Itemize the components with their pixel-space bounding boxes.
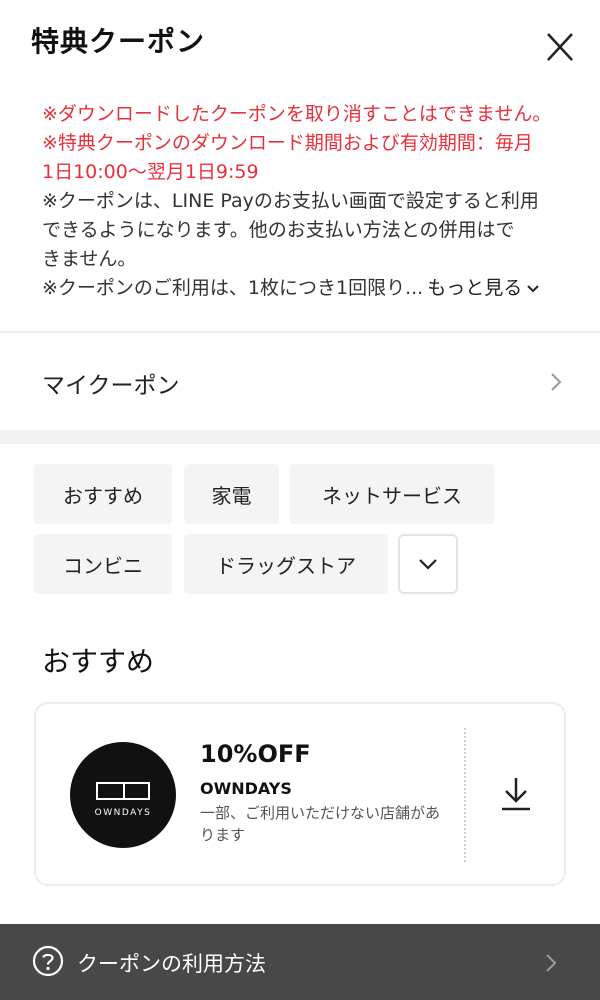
close-button[interactable] (540, 28, 580, 68)
chevron-down-icon (527, 284, 539, 292)
download-icon (502, 778, 530, 811)
dotted-divider (464, 728, 466, 862)
section-divider (0, 430, 600, 444)
show-more-link[interactable]: もっと見る (427, 274, 541, 303)
notice-truncated-text: ※クーポンのご利用は、1枚につき1回限り... (42, 277, 424, 299)
coupon-note: 一部、ご利用いただけない店舗があります (200, 804, 441, 844)
close-icon (547, 33, 573, 61)
chevron-right-icon (546, 954, 557, 972)
how-to-use-coupon-bar[interactable]: クーポンの利用方法 (0, 924, 600, 1000)
footer-label: クーポンの利用方法 (77, 952, 266, 976)
category-chip-convenience-store[interactable]: コンビニ (34, 534, 172, 594)
download-coupon-button[interactable] (496, 774, 536, 814)
notice-line: きません。 (42, 248, 137, 270)
category-chip-appliances[interactable]: 家電 (184, 464, 279, 524)
brand-logo: OWNDAYS (70, 742, 176, 848)
section-title: おすすめ (42, 645, 155, 678)
page-title: 特典クーポン (31, 25, 206, 58)
notice-last-line: ※クーポンのご利用は、1枚につき1回限り... もっと見る (42, 274, 572, 303)
my-coupon-row[interactable]: マイクーポン (0, 333, 600, 430)
category-chip-label: コンビニ (63, 553, 143, 578)
logo-mark-divider (123, 784, 125, 798)
coupon-notes: ※ダウンロードしたクーポンを取り消すことはできません。 ※特典クーポンのダウンロ… (42, 100, 572, 303)
category-chip-label: おすすめ (63, 483, 143, 508)
show-more-label: もっと見る (427, 277, 523, 299)
chevron-down-icon (419, 559, 437, 570)
chevron-right-icon (551, 373, 562, 391)
category-chip-drugstore[interactable]: ドラッグストア (184, 534, 388, 594)
my-coupon-label: マイクーポン (42, 373, 180, 399)
notice-line: ※ダウンロードしたクーポンを取り消すことはできません。 (42, 103, 552, 125)
category-chip-label: ネットサービス (322, 483, 462, 508)
help-icon (32, 945, 64, 977)
notice-line: ※クーポンは、LINE Payのお支払い画面で設定すると利用 (42, 190, 539, 212)
expand-categories-button[interactable] (398, 534, 458, 594)
category-chip-label: ドラッグストア (216, 553, 356, 578)
notice-line: 1日10:00〜翌月1日9:59 (42, 161, 259, 183)
notice-line: できるようになります。他のお支払い方法との併用はで (42, 219, 515, 241)
coupon-card[interactable]: OWNDAYS 10%OFF OWNDAYS 一部、ご利用いただけない店舗があり… (34, 702, 566, 886)
notice-line: ※特典クーポンのダウンロード期間および有効期間：毎月 (42, 132, 533, 154)
header: 特典クーポン (0, 0, 600, 90)
logo-mark (96, 782, 150, 800)
coupon-brand: OWNDAYS (200, 779, 292, 798)
category-chip-recommended[interactable]: おすすめ (34, 464, 172, 524)
coupon-discount: 10%OFF (200, 740, 311, 768)
category-chip-net-services[interactable]: ネットサービス (290, 464, 494, 524)
logo-text: OWNDAYS (94, 808, 152, 818)
category-chip-label: 家電 (211, 483, 252, 508)
